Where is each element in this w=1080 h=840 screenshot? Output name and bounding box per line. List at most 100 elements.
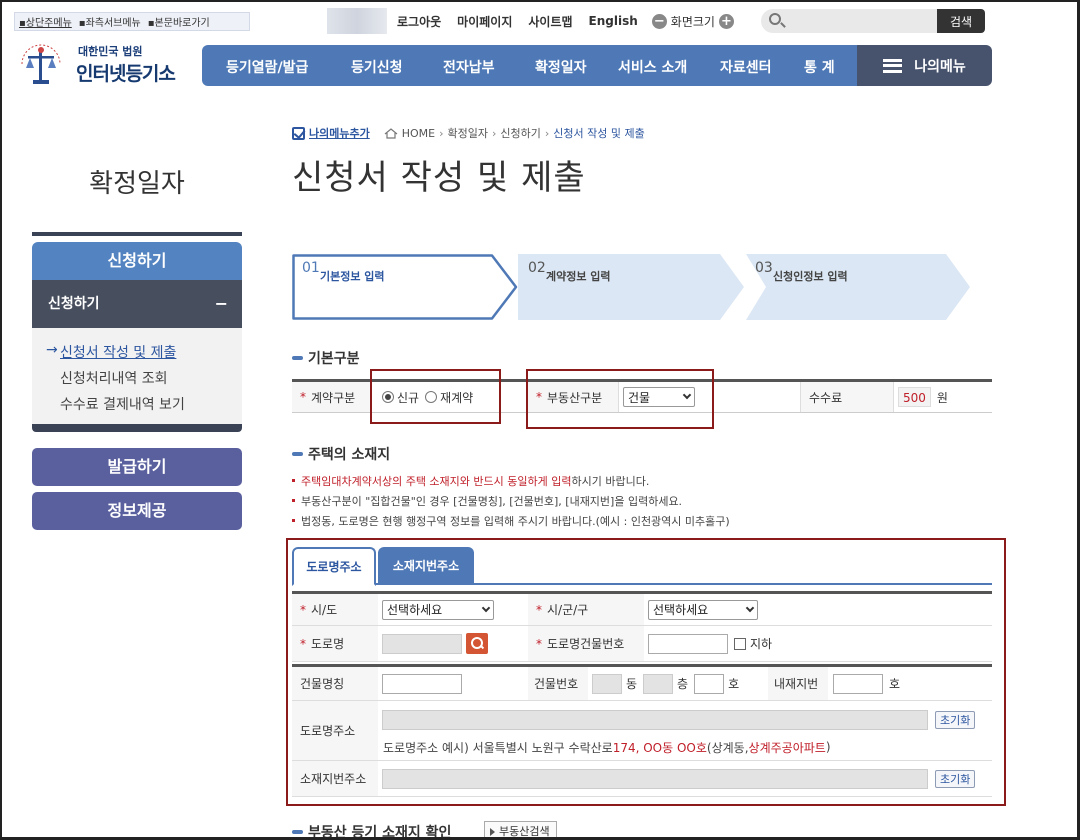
address-row-building: 건물명칭 건물번호 동 층 호 내재지번 호 <box>292 667 992 701</box>
step-3-number: 03 <box>755 260 773 276</box>
breadcrumb-separator-icon: › <box>544 126 550 140</box>
radio-new[interactable] <box>382 391 394 403</box>
screen-size-control: − 화면크기 + <box>651 13 734 30</box>
sitemap-link[interactable]: 사이트맵 <box>528 13 572 30</box>
checkbox-icon <box>292 126 305 140</box>
add-my-menu-link[interactable]: 나의메뉴추가 <box>309 125 370 141</box>
sidebar-item-issue[interactable]: 발급하기 <box>32 448 242 486</box>
bldg-name-input[interactable] <box>382 673 462 694</box>
logo-text-site: 인터넷등기소 <box>76 63 176 85</box>
lot-addr-reset-button[interactable]: 초기화 <box>935 769 976 788</box>
sigungu-select[interactable]: 선택하세요 <box>648 599 758 620</box>
radio-renewal[interactable] <box>425 391 438 403</box>
sidebar-item-fee-history[interactable]: 수수료 결제내역 보기 <box>32 394 242 420</box>
site-logo[interactable]: 대한민국 법원 인터넷등기소 <box>16 40 196 90</box>
utility-bar: 로그아웃 마이페이지 사이트맵 English − 화면크기 + <box>327 8 742 34</box>
ho-unit: 호 <box>728 677 740 691</box>
road-addr-input[interactable] <box>382 710 928 730</box>
home-icon <box>384 127 398 139</box>
bldg-name-header: 건물명칭 <box>292 667 378 700</box>
road-name-input[interactable] <box>382 633 462 654</box>
sidebar-item-write-submit[interactable]: → 신청서 작성 및 제출 <box>32 342 242 368</box>
step-3: 03 신청인정보 입력 <box>745 254 971 320</box>
fee-header: 수수료 <box>801 382 893 412</box>
logout-link[interactable]: 로그아웃 <box>397 13 441 30</box>
sido-header: * 시/도 <box>292 594 378 625</box>
arrow-right-icon: → <box>46 342 58 358</box>
search-input[interactable] <box>761 9 937 33</box>
step-indicator: 01 기본정보 입력 02 계약정보 입력 03 신청인정보 입력 <box>292 254 992 320</box>
road-bldg-no-input[interactable] <box>648 633 728 654</box>
sidebar-sub-header[interactable]: 신청하기 − <box>32 280 242 328</box>
bldg-ho-input[interactable] <box>694 673 725 694</box>
lot-addr-input[interactable] <box>382 768 928 789</box>
sigungu-field: 선택하세요 <box>648 594 758 625</box>
gnb-item-service-intro[interactable]: 서비스 소개 <box>618 57 687 77</box>
skip-link-top-menu[interactable]: ▪상단주메뉴 <box>19 14 72 29</box>
gnb-item-fixed-date[interactable]: 확정일자 <box>535 57 587 77</box>
contract-type-radios: 신규 재계약 <box>382 382 473 412</box>
mypage-link[interactable]: 마이페이지 <box>457 13 512 30</box>
my-menu-label: 나의메뉴 <box>914 58 966 75</box>
road-addr-reset-button[interactable]: 초기화 <box>935 711 976 729</box>
inner-lot-input[interactable] <box>833 673 883 694</box>
breadcrumb-separator-icon: › <box>492 126 497 140</box>
global-nav: 등기열람/발급 등기신청 전자납부 확정일자 서비스 소개 자료센터 통 계 <box>202 45 858 86</box>
zoom-in-icon[interactable]: + <box>718 13 734 29</box>
step-2-label: 계약정보 입력 <box>546 270 611 283</box>
sidebar-sub-header-label: 신청하기 <box>48 296 100 312</box>
basement-checkbox[interactable] <box>734 637 746 650</box>
step-1-label: 기본정보 입력 <box>320 270 385 283</box>
zoom-out-icon[interactable]: − <box>651 13 667 29</box>
sidebar-divider <box>32 232 242 236</box>
english-link[interactable]: English <box>589 14 638 28</box>
sidebar-item-info-provide[interactable]: 정보제공 <box>32 492 242 530</box>
step-1: 01 기본정보 입력 <box>292 254 516 320</box>
note-2: 부동산구분이 "집합건물"인 경우 [건물명칭], [건물번호], [내재지번]… <box>292 493 730 513</box>
skip-link-left-menu[interactable]: ▪좌측서브메뉴 <box>79 14 141 29</box>
my-menu-button[interactable]: 나의메뉴 <box>857 45 992 86</box>
search-icon <box>769 13 781 25</box>
road-bldg-no-field: 지하 <box>648 626 772 661</box>
gnb-item-e-payment[interactable]: 전자납부 <box>443 57 495 77</box>
gnb-item-registry-view[interactable]: 등기열람/발급 <box>226 57 308 77</box>
road-header: * 도로명 <box>292 626 378 661</box>
road-addr-header: 도로명주소 <box>292 701 378 760</box>
dong-unit: 동 <box>626 677 638 691</box>
address-notes: 주택임대차계약서상의 주택 소재지와 반드시 동일하게 입력하시기 바랍니다. … <box>292 473 730 533</box>
property-type-select[interactable]: 건물 <box>623 387 695 407</box>
property-type-header: * 부동산구분 <box>528 382 618 412</box>
tab-lot-address[interactable]: 소재지번주소 <box>378 547 474 584</box>
chevron-down-icon <box>745 603 755 612</box>
step-3-label: 신청인정보 입력 <box>773 270 848 283</box>
breadcrumb-apply[interactable]: 신청하기 <box>500 125 540 141</box>
road-field <box>382 626 488 661</box>
search-icon[interactable] <box>466 633 488 654</box>
address-row-sido: * 시/도 선택하세요 * 시/군/구 선택하세요 <box>292 594 992 626</box>
tab-road-address[interactable]: 도로명주소 <box>292 547 376 586</box>
sidebar-section-apply[interactable]: 신청하기 <box>32 242 242 280</box>
inner-ho-unit: 호 <box>889 677 901 691</box>
road-addr-example: 도로명주소 예시) 서울특별시 노원구 수락산로 174, OO동 OO호 (상계… <box>383 740 831 755</box>
chevron-down-icon <box>682 390 692 400</box>
property-search-button[interactable]: 부동산검색 <box>484 821 557 840</box>
breadcrumb: 나의메뉴추가 HOME › 확정일자 › 신청하기 › 신청서 작성 및 제출 <box>292 125 645 141</box>
address-row-road: * 도로명 * 도로명건물번호 지하 <box>292 626 992 662</box>
sido-select[interactable]: 선택하세요 <box>382 599 494 620</box>
bldg-dong-input[interactable] <box>592 673 622 694</box>
gnb-item-resource-center[interactable]: 자료센터 <box>720 57 772 77</box>
bldg-floor-input[interactable] <box>643 673 674 694</box>
sidebar-title: 확정일자 <box>89 169 185 199</box>
gnb-item-statistics[interactable]: 통 계 <box>804 57 835 77</box>
address-row-lot-address: 소재지번주소 초기화 <box>292 761 992 797</box>
inner-lot-field: 호 <box>833 667 900 700</box>
breadcrumb-home[interactable]: HOME <box>402 127 435 140</box>
gnb-item-registry-apply[interactable]: 등기신청 <box>351 57 403 77</box>
road-addr-field: 초기화 <box>382 709 976 731</box>
skip-link-content[interactable]: ▪본문바로가기 <box>148 14 210 29</box>
breadcrumb-fixed-date[interactable]: 확정일자 <box>448 125 488 141</box>
sidebar-item-status[interactable]: 신청처리내역 조회 <box>32 368 242 394</box>
search-button[interactable]: 검색 <box>937 9 985 33</box>
fee-value: 500 원 <box>898 382 948 412</box>
floor-unit: 층 <box>677 677 689 691</box>
